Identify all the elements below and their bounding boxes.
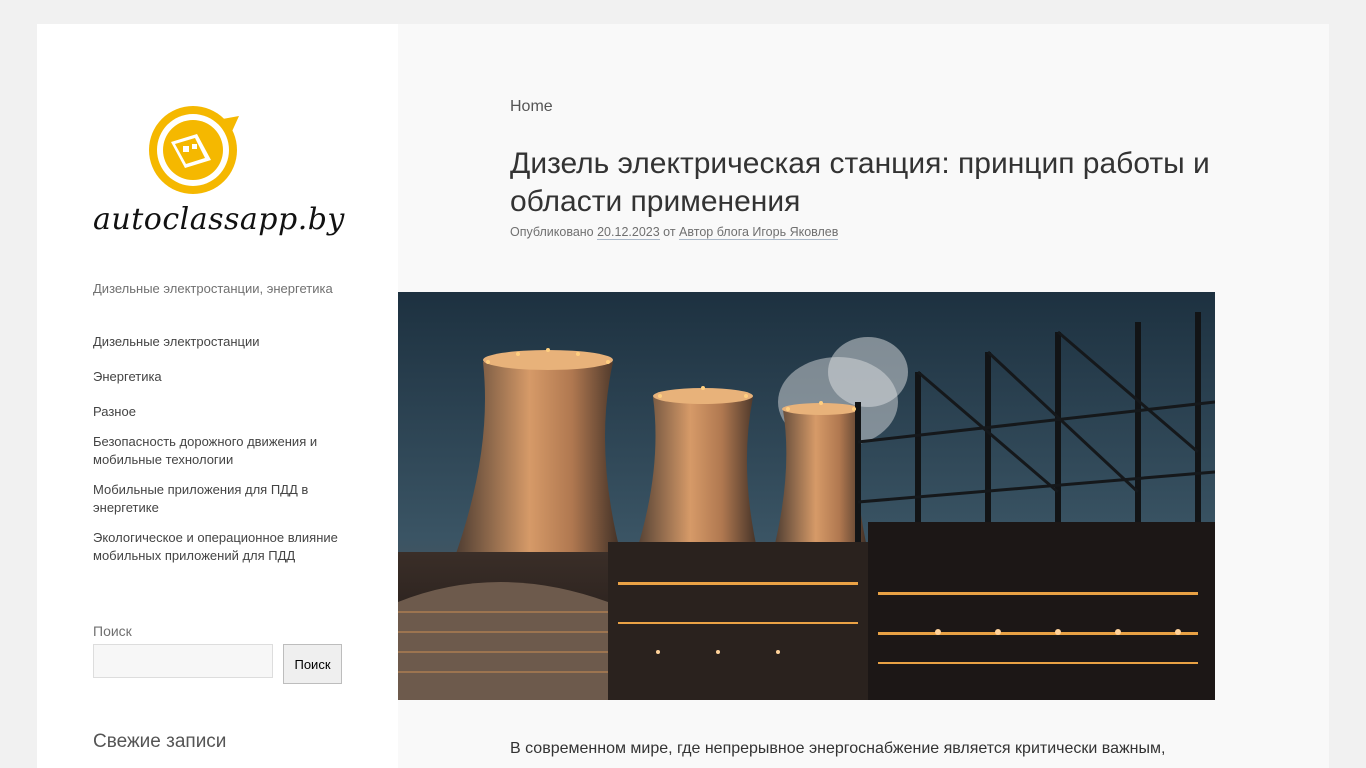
nav-item-diesel-stations[interactable]: Дизельные электростанции	[93, 333, 260, 351]
logo-text: autoclassapp.by	[93, 202, 345, 237]
post-date-link[interactable]: 20.12.2023	[597, 225, 660, 240]
post-meta: Опубликовано 20.12.2023 от Автор блога И…	[510, 225, 839, 240]
post-title: Дизель электрическая станция: принцип ра…	[510, 147, 1210, 218]
site-logo[interactable]: autoclassapp.by	[93, 102, 345, 242]
meta-published-label: Опубликовано	[510, 225, 594, 239]
nav-item-eco-impact[interactable]: Экологическое и операционное влияние моб…	[93, 529, 343, 565]
nav-item-misc[interactable]: Разное	[93, 403, 136, 421]
recent-posts-heading: Свежие записи	[93, 731, 227, 752]
site-tagline: Дизельные электростанции, энергетика	[93, 281, 333, 296]
search-input[interactable]	[93, 644, 273, 678]
post-author-link[interactable]: Автор блога Игорь Яковлев	[679, 225, 839, 240]
search-button[interactable]: Поиск	[283, 644, 342, 684]
breadcrumb-home[interactable]: Home	[510, 98, 553, 116]
nav-item-road-safety[interactable]: Безопасность дорожного движения и мобиль…	[93, 433, 333, 469]
featured-image	[398, 292, 1215, 700]
sidebar: autoclassapp.by Дизельные электростанции…	[37, 24, 398, 768]
power-plant-illustration	[398, 292, 1215, 700]
nav-item-energy[interactable]: Энергетика	[93, 368, 162, 386]
meta-by-label: от	[663, 225, 676, 239]
search-label: Поиск	[93, 623, 132, 639]
post-intro-text: В современном мире, где непрерывное энер…	[510, 740, 1166, 757]
page-container: autoclassapp.by Дизельные электростанции…	[37, 24, 1329, 768]
logo-emblem-icon	[149, 106, 239, 194]
nav-item-mobile-apps-energy[interactable]: Мобильные приложения для ПДД в энергетик…	[93, 481, 313, 517]
